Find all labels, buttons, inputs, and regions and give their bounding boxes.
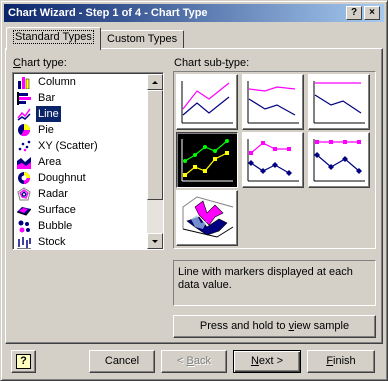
- pie-chart-icon: [18, 124, 30, 137]
- help-title-button[interactable]: ?: [346, 6, 362, 20]
- surface-chart-icon: [17, 207, 31, 216]
- list-item-area[interactable]: Area: [15, 154, 147, 170]
- 3d-line-subtype-icon: [182, 196, 234, 238]
- list-item-scatter[interactable]: XY (Scatter): [15, 138, 147, 154]
- stacked-line-subtype-icon: [247, 81, 299, 124]
- chart-type-scrollbar[interactable]: [147, 74, 163, 249]
- help-icon: ?: [16, 354, 31, 369]
- subtype-3d-line[interactable]: [176, 190, 238, 246]
- tab-standard-types-label: Standard Types: [13, 30, 94, 44]
- scroll-down-button[interactable]: [147, 233, 163, 249]
- question-mark-icon: ?: [350, 7, 358, 18]
- close-icon: ×: [369, 7, 375, 18]
- list-item-bubble[interactable]: Bubble: [15, 218, 147, 234]
- next-button[interactable]: Next >: [233, 350, 301, 373]
- window-title: Chart Wizard - Step 1 of 4 - Chart Type: [8, 7, 208, 19]
- bubble-chart-icon: [18, 220, 30, 233]
- tab-custom-types[interactable]: Custom Types: [100, 30, 185, 48]
- close-button[interactable]: ×: [364, 6, 380, 20]
- back-button[interactable]: < Back: [161, 350, 227, 373]
- list-item-radar[interactable]: Radar: [15, 186, 147, 202]
- tab-standard-types[interactable]: Standard Types: [6, 27, 101, 50]
- line-subtype-icon: [181, 81, 233, 124]
- doughnut-chart-icon: [18, 172, 30, 184]
- area-chart-icon: [17, 157, 31, 169]
- bar-chart-icon: [17, 92, 31, 105]
- cancel-button[interactable]: Cancel: [89, 350, 155, 373]
- arrow-down-icon: [152, 240, 158, 243]
- percent-stacked-line-subtype-icon: [313, 81, 365, 124]
- office-assistant-help-button[interactable]: ?: [11, 350, 36, 373]
- finish-button[interactable]: Finish: [307, 350, 375, 373]
- view-sample-button[interactable]: Press and hold to view sample: [173, 315, 376, 338]
- scatter-chart-icon: [18, 140, 31, 152]
- subtype-100-stacked-line[interactable]: [308, 74, 370, 130]
- line-chart-icon: [17, 108, 31, 121]
- subtype-description: Line with markers displayed at each data…: [173, 260, 376, 306]
- chart-subtype-grid: [173, 71, 376, 249]
- chart-wizard-dialog: Chart Wizard - Step 1 of 4 - Chart Type …: [0, 0, 388, 381]
- line-with-markers-subtype-icon: [181, 139, 233, 182]
- scroll-thumb[interactable]: [147, 90, 163, 200]
- list-item-pie[interactable]: Pie: [15, 122, 147, 138]
- list-item-line[interactable]: Line: [15, 105, 147, 123]
- subtype-line[interactable]: [176, 74, 238, 130]
- chart-type-label: Chart type:: [13, 57, 67, 69]
- subtype-stacked-line[interactable]: [242, 74, 304, 130]
- arrow-up-icon: [152, 81, 158, 84]
- subtype-line-with-markers[interactable]: [176, 132, 238, 188]
- stock-chart-icon: [17, 237, 31, 249]
- list-item-stock[interactable]: Stock: [15, 234, 147, 249]
- chart-subtype-label: Chart sub-type:: [174, 57, 250, 69]
- tab-custom-types-label: Custom Types: [107, 33, 178, 45]
- radar-chart-icon: [17, 187, 31, 201]
- list-item-doughnut[interactable]: Doughnut: [15, 170, 147, 186]
- column-chart-icon: [18, 77, 30, 89]
- chart-type-list[interactable]: Column Bar Line Pie XY (Scatter) Area Do…: [12, 72, 164, 250]
- list-item-surface[interactable]: Surface: [15, 202, 147, 218]
- percent-stacked-line-with-markers-subtype-icon: [313, 139, 365, 182]
- stacked-line-with-markers-subtype-icon: [247, 139, 299, 182]
- title-bar[interactable]: Chart Wizard - Step 1 of 4 - Chart Type …: [4, 4, 384, 22]
- subtype-100-stacked-line-with-markers[interactable]: [308, 132, 370, 188]
- subtype-stacked-line-with-markers[interactable]: [242, 132, 304, 188]
- list-item-bar[interactable]: Bar: [15, 90, 147, 106]
- scroll-up-button[interactable]: [147, 74, 163, 90]
- list-item-column[interactable]: Column: [15, 74, 147, 90]
